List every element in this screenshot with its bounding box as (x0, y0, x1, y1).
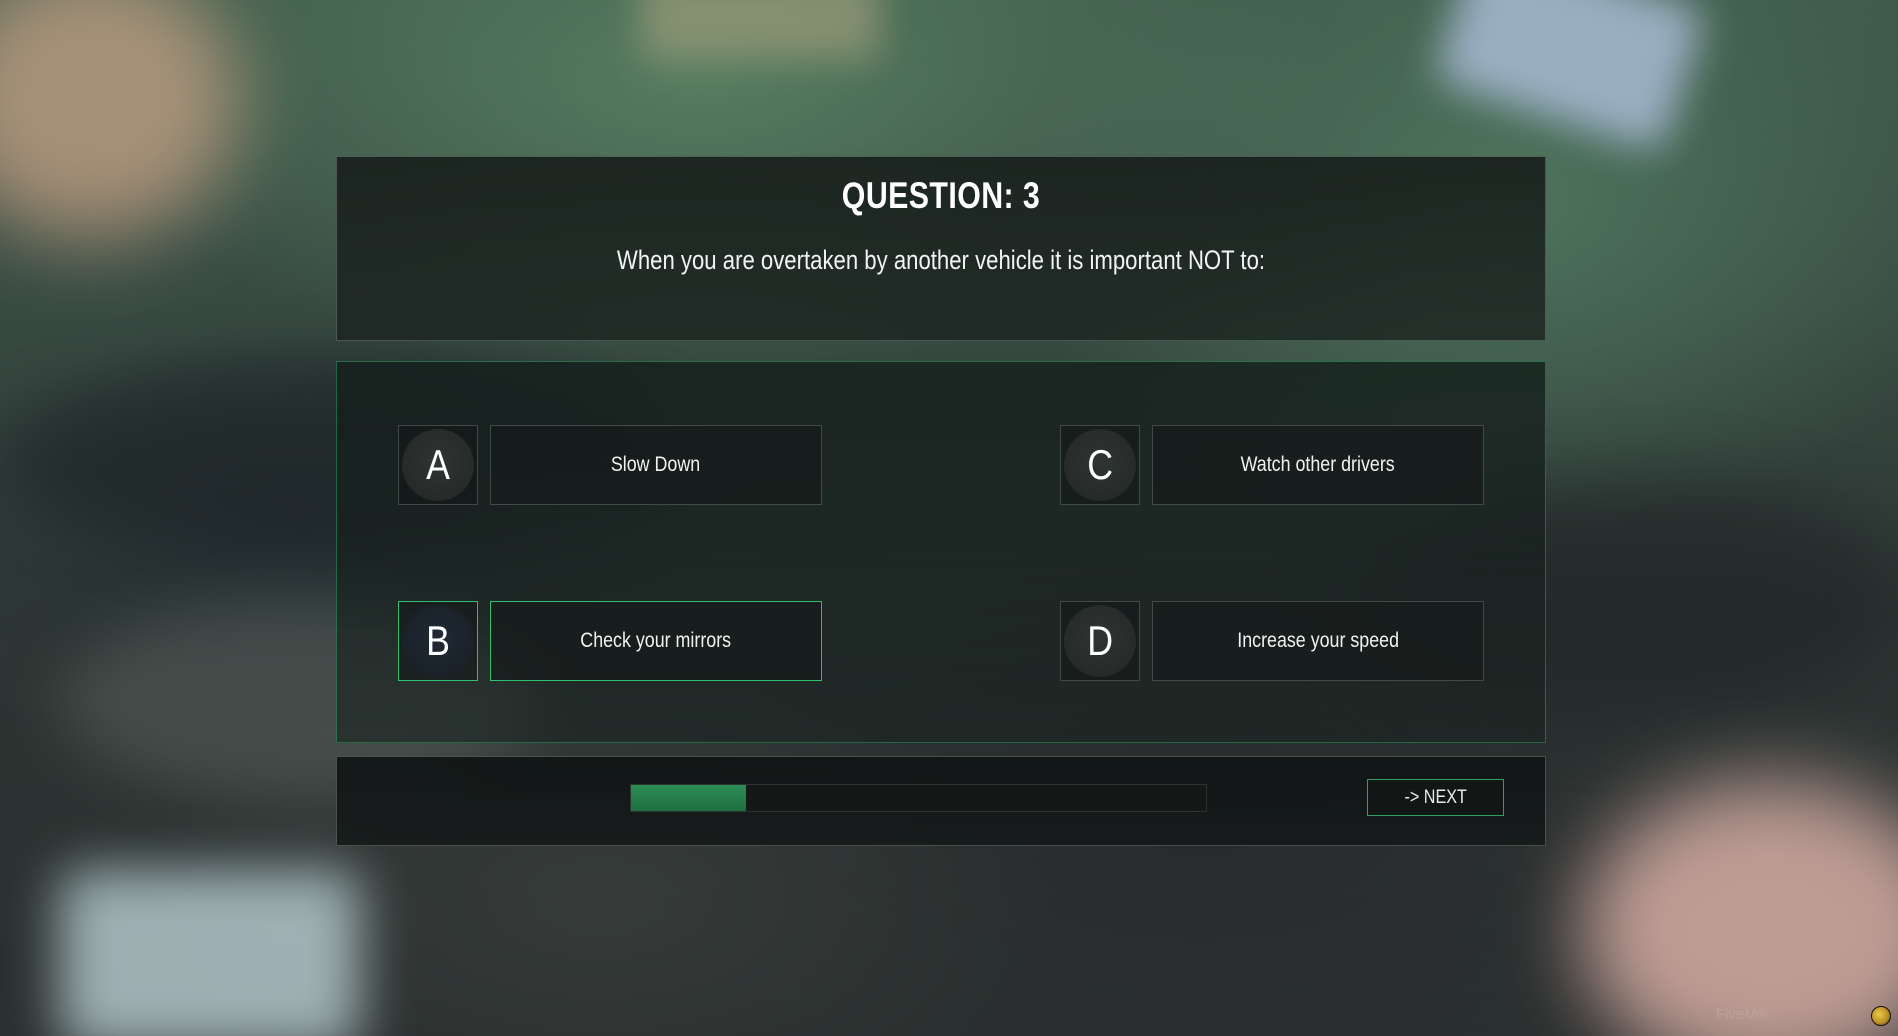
answer-button-d[interactable]: Increase your speed (1152, 601, 1484, 681)
background-blur-shape (1432, 0, 1708, 154)
answer-text: Watch other drivers (1240, 453, 1396, 476)
option-letter-badge: B (402, 605, 474, 677)
next-button-label: -> NEXT (1404, 786, 1467, 808)
option-letter-box[interactable]: C (1060, 425, 1140, 505)
question-panel: QUESTION: 3 When you are overtaken by an… (336, 156, 1546, 341)
option-letter: D (1087, 617, 1113, 664)
answers-panel (336, 361, 1546, 743)
background-blur-shape (1580, 780, 1898, 1036)
option-letter-badge: A (402, 429, 474, 501)
answer-button-c[interactable]: Watch other drivers (1152, 425, 1484, 505)
option-letter-box[interactable]: B (398, 601, 478, 681)
fivem-watermark: FiveM® (1716, 1006, 1768, 1023)
background-blur-shape (60, 870, 360, 1036)
fivem-logo-icon (1871, 1006, 1891, 1026)
option-letter: C (1087, 441, 1113, 488)
option-letter-badge: D (1064, 605, 1136, 677)
answer-button-a[interactable]: Slow Down (490, 425, 822, 505)
answer-button-b[interactable]: Check your mirrors (490, 601, 822, 681)
answer-text: Check your mirrors (580, 629, 732, 652)
background-blur-shape (640, 0, 880, 60)
option-letter-box[interactable]: A (398, 425, 478, 505)
quiz-progress-fill (631, 785, 746, 811)
question-text: When you are overtaken by another vehicl… (616, 245, 1266, 275)
option-letter: B (426, 617, 450, 664)
answer-text: Slow Down (611, 453, 701, 476)
next-button[interactable]: -> NEXT (1367, 779, 1504, 816)
question-title: QUESTION: 3 (841, 175, 1041, 216)
option-letter-badge: C (1064, 429, 1136, 501)
quiz-progress-bar (630, 784, 1207, 812)
background-blur-shape (0, 0, 240, 240)
option-letter: A (426, 441, 450, 488)
option-letter-box[interactable]: D (1060, 601, 1140, 681)
answer-text: Increase your speed (1237, 629, 1399, 652)
